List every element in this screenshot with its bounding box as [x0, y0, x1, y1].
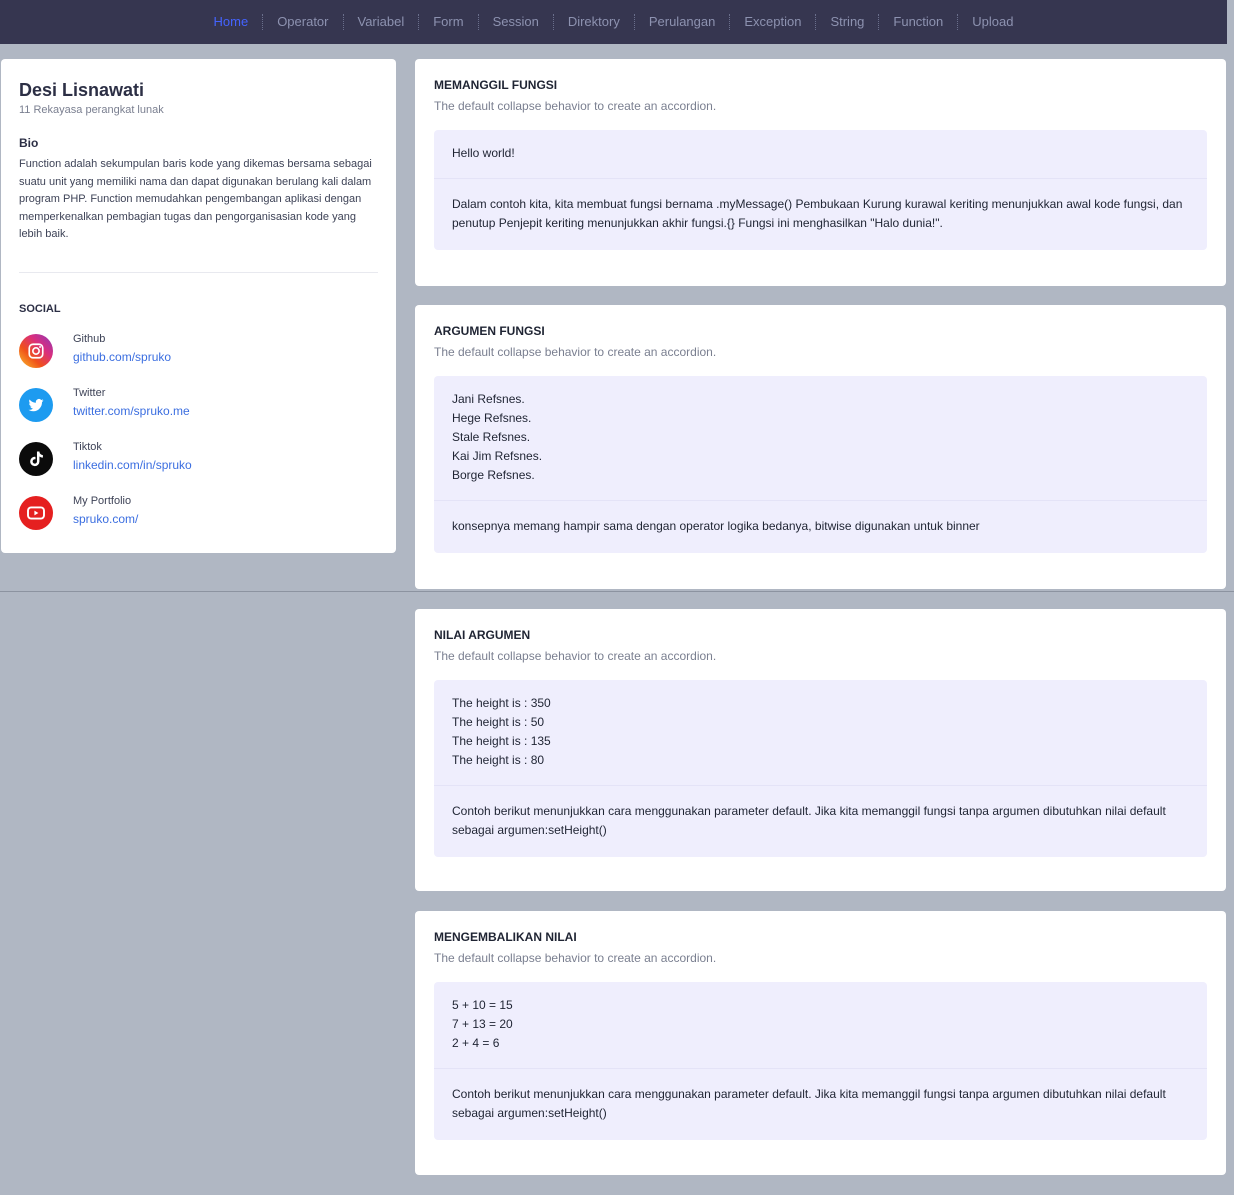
nav-upload[interactable]: Upload	[957, 14, 1027, 30]
accordion-box: The height is : 350 The height is : 50 T…	[434, 680, 1207, 857]
nav-home[interactable]: Home	[200, 14, 263, 30]
card-memanggil-fungsi: MEMANGGIL FUNGSI The default collapse be…	[415, 59, 1226, 286]
output-block: Hello world!	[434, 130, 1207, 179]
output-line: 7 + 13 = 20	[452, 1017, 513, 1031]
output-line: 5 + 10 = 15	[452, 998, 513, 1012]
profile-divider	[19, 271, 378, 273]
social-link[interactable]: twitter.com/spruko.me	[73, 404, 190, 418]
social-label: Twitter	[73, 386, 106, 399]
social-link[interactable]: spruko.com/	[73, 512, 138, 526]
social-link[interactable]: github.com/spruko	[73, 350, 171, 364]
top-navbar: Home Operator Variabel Form Session Dire…	[0, 0, 1227, 44]
card-title: MENGEMBALIKAN NILAI	[434, 930, 577, 944]
nav-direktory[interactable]: Direktory	[552, 14, 634, 30]
description-text: Contoh berikut menunjukkan cara mengguna…	[452, 1087, 1166, 1120]
output-line: The height is : 80	[452, 753, 545, 767]
output-block: The height is : 350 The height is : 50 T…	[434, 680, 1207, 786]
card-mengembalikan-nilai: MENGEMBALIKAN NILAI The default collapse…	[415, 911, 1226, 1175]
nav-session[interactable]: Session	[477, 14, 553, 30]
nav-form[interactable]: Form	[418, 14, 477, 30]
main-nav: Home Operator Variabel Form Session Dire…	[200, 14, 1028, 30]
nav-variabel[interactable]: Variabel	[342, 14, 419, 30]
social-link[interactable]: linkedin.com/in/spruko	[73, 458, 192, 472]
social-label: My Portfolio	[73, 494, 132, 507]
social-label: Github	[73, 332, 106, 345]
profile-subtitle: 11 Rekayasa perangkat lunak	[19, 104, 164, 116]
output-line: Hege Refsnes.	[452, 411, 532, 425]
bio-text: Function adalah sekumpulan baris kode ya…	[19, 158, 372, 241]
bio-heading: Bio	[19, 136, 39, 150]
social-label: Tiktok	[73, 440, 102, 453]
output-line: Jani Refsnes.	[452, 392, 525, 406]
social-list: Github github.com/spruko Twitter twitter…	[19, 333, 378, 549]
card-title: ARGUMEN FUNGSI	[434, 324, 545, 338]
output-line: The height is : 50	[452, 715, 545, 729]
tiktok-icon	[19, 441, 53, 476]
card-subtitle: The default collapse behavior to create …	[434, 951, 717, 965]
card-title: MEMANGGIL FUNGSI	[434, 78, 558, 92]
output-line: The height is : 350	[452, 696, 551, 710]
social-item-portfolio: My Portfolio spruko.com/	[19, 495, 378, 549]
social-item-tiktok: Tiktok linkedin.com/in/spruko	[19, 441, 378, 495]
output-block: 5 + 10 = 15 7 + 13 = 20 2 + 4 = 6	[434, 982, 1207, 1069]
card-argumen-fungsi: ARGUMEN FUNGSI The default collapse beha…	[415, 305, 1226, 589]
output-line: Stale Refsnes.	[452, 430, 531, 444]
social-heading: SOCIAL	[19, 302, 61, 315]
profile-card: Desi Lisnawati 11 Rekayasa perangkat lun…	[1, 59, 396, 553]
output-line: The height is : 135	[452, 734, 551, 748]
output-line: 2 + 4 = 6	[452, 1036, 500, 1050]
nav-exception[interactable]: Exception	[729, 14, 815, 30]
twitter-icon	[19, 387, 53, 422]
accordion-box: Hello world! Dalam contoh kita, kita mem…	[434, 130, 1207, 250]
card-title: NILAI ARGUMEN	[434, 628, 531, 642]
nav-function[interactable]: Function	[878, 14, 957, 30]
profile-name: Desi Lisnawati	[19, 80, 145, 100]
description-text: Contoh berikut menunjukkan cara mengguna…	[452, 804, 1166, 837]
card-subtitle: The default collapse behavior to create …	[434, 345, 717, 359]
card-subtitle: The default collapse behavior to create …	[434, 99, 717, 113]
nav-operator[interactable]: Operator	[262, 14, 342, 30]
social-item-twitter: Twitter twitter.com/spruko.me	[19, 387, 378, 441]
social-item-github: Github github.com/spruko	[19, 333, 378, 387]
output-line: Hello world!	[452, 146, 515, 160]
nav-perulangan[interactable]: Perulangan	[633, 14, 730, 30]
output-block: Jani Refsnes. Hege Refsnes. Stale Refsne…	[434, 376, 1207, 501]
description-text: Dalam contoh kita, kita membuat fungsi b…	[452, 197, 1183, 230]
output-line: Borge Refsnes.	[452, 468, 535, 482]
accordion-box: 5 + 10 = 15 7 + 13 = 20 2 + 4 = 6 Contoh…	[434, 982, 1207, 1140]
nav-string[interactable]: String	[815, 14, 878, 30]
instagram-icon	[19, 333, 53, 368]
output-line: Kai Jim Refsnes.	[452, 449, 543, 463]
youtube-icon	[19, 495, 53, 530]
card-subtitle: The default collapse behavior to create …	[434, 649, 717, 663]
accordion-box: Jani Refsnes. Hege Refsnes. Stale Refsne…	[434, 376, 1207, 553]
description-text: konsepnya memang hampir sama dengan oper…	[452, 519, 980, 533]
card-nilai-argumen: NILAI ARGUMEN The default collapse behav…	[415, 609, 1226, 891]
page-divider	[0, 591, 1234, 592]
